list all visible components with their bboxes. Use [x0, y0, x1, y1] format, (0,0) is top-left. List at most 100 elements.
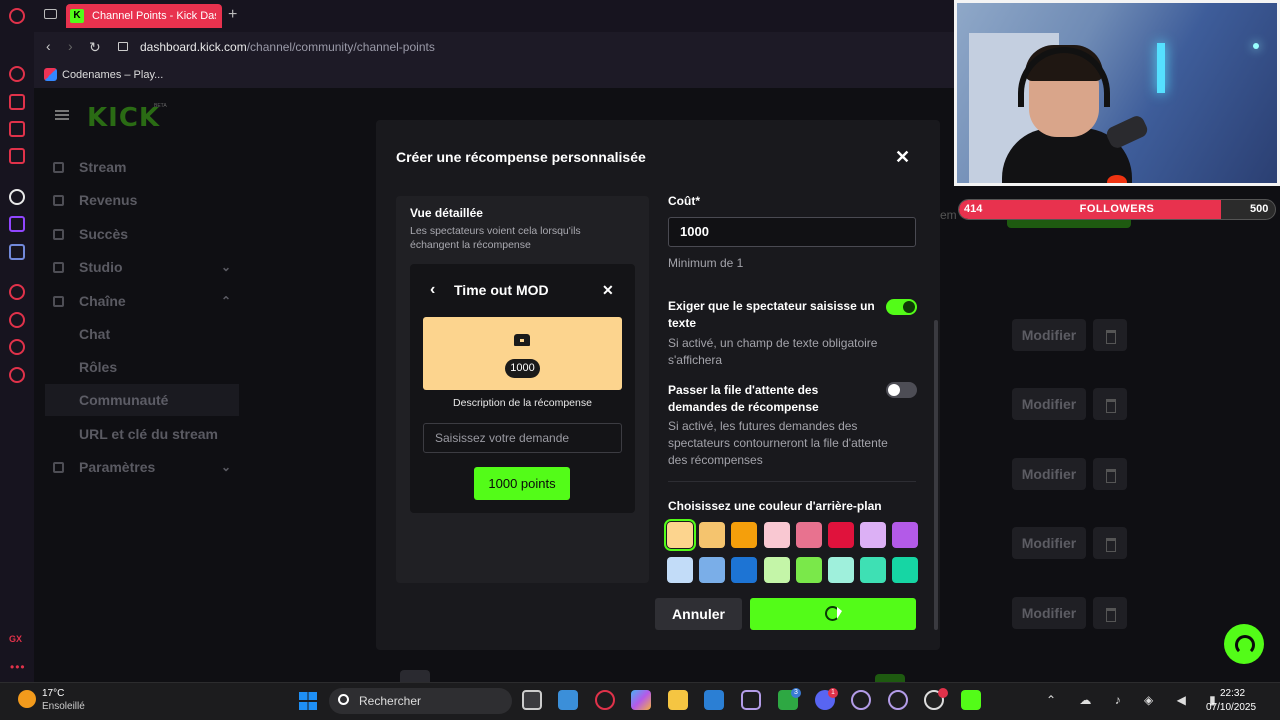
menu-icon[interactable] — [55, 110, 69, 120]
kick-logo[interactable]: KICK — [87, 103, 160, 133]
lock-icon[interactable] — [118, 42, 128, 51]
player-circle-icon[interactable] — [9, 284, 25, 300]
opera-gx-taskbar-icon[interactable] — [595, 690, 615, 710]
nav-parametres[interactable]: Paramètres ⌄ — [45, 451, 239, 483]
twitch-icon[interactable] — [9, 216, 25, 232]
color-swatch[interactable] — [731, 522, 758, 548]
color-swatch[interactable] — [731, 557, 758, 583]
color-swatch[interactable] — [892, 522, 919, 548]
forward-button[interactable]: › — [68, 38, 73, 54]
color-swatch[interactable] — [795, 557, 822, 583]
reload-button[interactable]: ↻ — [89, 39, 101, 56]
nav-succes[interactable]: Succès — [45, 218, 239, 250]
kick-taskbar-icon[interactable] — [961, 690, 981, 710]
clock-time[interactable]: 22:32 — [1220, 688, 1245, 699]
nav-label: URL et clé du stream — [79, 426, 219, 442]
opera-taskbar-icon-2[interactable] — [888, 690, 908, 710]
m-icon[interactable] — [9, 148, 25, 164]
color-swatch[interactable] — [860, 557, 887, 583]
color-swatch[interactable] — [699, 557, 726, 583]
color-swatch[interactable] — [699, 522, 726, 548]
followers-goal: 500 — [1250, 203, 1269, 215]
task-view-icon[interactable] — [522, 690, 542, 710]
settings-icon[interactable] — [9, 367, 25, 383]
gx-corner-icon[interactable] — [9, 121, 25, 137]
bookmark-codenames[interactable]: Codenames – Play... — [62, 69, 163, 81]
weather-temperature[interactable]: 17°C — [42, 688, 64, 699]
nav-studio[interactable]: Studio ⌄ — [45, 251, 239, 283]
nav-chat[interactable]: Chat — [45, 318, 239, 350]
skip-queue-toggle[interactable] — [886, 382, 917, 398]
color-swatch[interactable] — [795, 522, 822, 548]
color-swatch[interactable] — [892, 557, 919, 583]
history-icon[interactable] — [9, 312, 25, 328]
color-swatch[interactable] — [860, 522, 887, 548]
color-swatch[interactable] — [763, 522, 790, 548]
nav-url-cle[interactable]: URL et clé du stream — [45, 418, 239, 450]
chevron-up-icon: ⌃ — [220, 294, 231, 308]
color-swatch[interactable] — [664, 519, 696, 551]
nav-label: Succès — [79, 226, 129, 242]
webcam-overlay — [954, 0, 1280, 186]
clock-date[interactable]: 07/10/2025 — [1206, 702, 1256, 713]
cancel-button[interactable]: Annuler — [655, 598, 742, 630]
close-icon[interactable]: ✕ — [895, 147, 910, 168]
modify-button[interactable]: Modifier — [1012, 319, 1086, 351]
gx-label[interactable]: GX — [9, 634, 22, 644]
modify-button[interactable]: Modifier — [1012, 527, 1086, 559]
weather-description[interactable]: Ensoleillé — [42, 701, 85, 712]
modal-scrollbar[interactable] — [934, 320, 938, 630]
trash-icon[interactable] — [1093, 388, 1127, 420]
microphone-icon — [1104, 113, 1150, 151]
opera-taskbar-icon[interactable] — [851, 690, 871, 710]
player-icon[interactable] — [9, 94, 25, 110]
sun-icon[interactable] — [18, 690, 36, 708]
require-text-title: Exiger que le spectateur saisisse un tex… — [668, 299, 875, 330]
tab-channel-points[interactable]: K Channel Points - Kick Das — [66, 4, 222, 28]
color-swatch[interactable] — [828, 522, 854, 548]
trash-icon[interactable] — [1093, 458, 1127, 490]
require-text-desc: Si activé, un champ de texte obligatoire… — [668, 336, 878, 367]
nav-roles[interactable]: Rôles — [45, 351, 239, 383]
divider — [668, 481, 916, 482]
color-swatch[interactable] — [667, 557, 693, 583]
reward-cost-pill: 1000 — [505, 359, 540, 378]
trash-icon[interactable] — [1093, 319, 1127, 351]
back-button[interactable]: ‹ — [46, 38, 51, 54]
url-field[interactable]: dashboard.kick.com/channel/community/cha… — [140, 40, 435, 54]
nav-stream[interactable]: Stream — [45, 151, 239, 183]
extensions-icon[interactable] — [9, 339, 25, 355]
new-tab-button[interactable]: + — [228, 6, 237, 24]
cost-label: Coût* — [668, 194, 700, 208]
aria-icon[interactable] — [9, 66, 25, 82]
cost-input[interactable]: 1000 — [668, 217, 916, 247]
reward-toggle-partial[interactable] — [875, 674, 905, 682]
file-explorer-icon[interactable] — [668, 690, 688, 710]
trash-icon[interactable] — [1093, 597, 1127, 629]
widgets-icon[interactable] — [558, 690, 578, 710]
color-swatch[interactable] — [763, 557, 790, 583]
kick-sidebar-icon[interactable] — [9, 189, 25, 205]
support-headset-icon[interactable] — [1224, 624, 1264, 664]
partial-header-text: em — [940, 208, 957, 222]
nav-revenus[interactable]: Revenus — [45, 184, 239, 216]
require-text-toggle[interactable] — [886, 299, 917, 315]
tab-manager-icon[interactable] — [44, 9, 57, 19]
copilot-icon[interactable] — [631, 690, 651, 710]
opera-sidebar: GX ••• — [0, 0, 34, 682]
nav-chaine[interactable]: Chaîne ⌃ — [45, 285, 239, 317]
modify-button[interactable]: Modifier — [1012, 597, 1086, 629]
system-tray-icons[interactable]: ⌃ ☁ ♪ ◈ ◀ ▮ — [1046, 693, 1226, 707]
more-icon[interactable]: ••• — [10, 660, 26, 674]
nav-communaute[interactable]: Communauté — [45, 384, 239, 416]
app-icon[interactable] — [741, 690, 761, 710]
opera-logo-icon[interactable] — [9, 8, 25, 24]
trash-icon[interactable] — [1093, 527, 1127, 559]
search-label: Rechercher — [359, 694, 422, 708]
windows-start-icon[interactable] — [299, 692, 317, 710]
modify-button[interactable]: Modifier — [1012, 388, 1086, 420]
color-swatch[interactable] — [828, 557, 854, 583]
store-icon[interactable] — [704, 690, 724, 710]
discord-icon[interactable] — [9, 244, 25, 260]
modify-button[interactable]: Modifier — [1012, 458, 1086, 490]
